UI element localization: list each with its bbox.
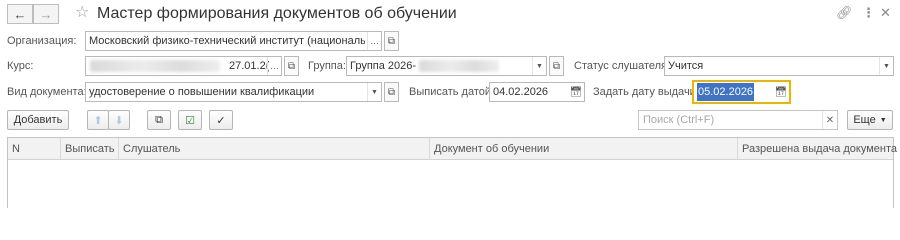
doc-type-value: удостоверение о повышении квалификации (89, 86, 315, 98)
dots-icon[interactable]: … (367, 32, 381, 50)
arrow-left-icon: ← (13, 6, 27, 22)
column-header-permission[interactable]: Разрешена выдача документа (737, 138, 897, 160)
doc-type-field[interactable]: удостоверение о повышении квалификации ▼ (85, 82, 382, 102)
star-icon[interactable]: ☆ (75, 3, 89, 23)
group-field[interactable]: Группа 2026- ▼ (346, 56, 547, 76)
add-button-label: Добавить (13, 114, 63, 126)
chevron-down-icon[interactable]: ▼ (879, 57, 893, 75)
redacted-text (90, 60, 220, 72)
add-button[interactable]: Добавить (7, 110, 69, 130)
doc-type-open-button[interactable]: ⧉ (384, 82, 399, 102)
group-open-button[interactable]: ⧉ (549, 56, 564, 76)
more-button[interactable]: Еще ▼ (847, 110, 893, 130)
open-icon: ⧉ (287, 60, 296, 72)
move-up-button[interactable]: ⬆︎ (87, 110, 109, 130)
group-value: Группа 2026- (350, 60, 417, 72)
organization-value: Московский физико-технический институт (… (89, 35, 365, 47)
arrow-down-icon: ⬇︎ (114, 114, 124, 127)
course-field[interactable]: 27.01.2( … (85, 56, 282, 76)
table-header: N Выписать Слушатель Документ об обучени… (8, 138, 897, 160)
organization-field[interactable]: Московский физико-технический институт (… (85, 31, 382, 51)
course-open-button[interactable]: ⧉ (284, 56, 299, 76)
issue-date-value: 04.02.2026 (493, 86, 549, 98)
documents-table[interactable]: N Выписать Слушатель Документ об обучени… (7, 137, 897, 208)
issue-date-label: Выписать датой: (409, 86, 495, 98)
more-vertical-icon[interactable]: ⋮ (862, 5, 875, 21)
column-header-document[interactable]: Документ об обучении (429, 138, 737, 160)
more-button-label: Еще (853, 114, 876, 126)
listener-status-field[interactable]: Учится ▼ (664, 56, 894, 76)
chevron-down-icon[interactable]: ▼ (367, 83, 381, 101)
copy-icon: ⧉ (155, 113, 163, 126)
check-button[interactable]: ✓ (209, 110, 233, 130)
checkbox-check-icon: ✓ (216, 114, 226, 127)
arrow-right-icon: → (39, 6, 53, 22)
issue-date-field[interactable]: 04.02.2026 📅︎ (489, 82, 585, 102)
copy-button[interactable]: ⧉ (147, 110, 171, 130)
search-input[interactable]: Поиск (Ctrl+F) ✕ (638, 110, 838, 130)
forward-button[interactable]: → (33, 4, 59, 24)
link-icon[interactable]: 🔗︎ (836, 5, 853, 21)
check-all-icon: ☑ (185, 114, 195, 127)
open-icon: ⧉ (387, 86, 396, 98)
close-icon[interactable]: ✕ (880, 5, 891, 21)
issue-given-date-label: Задать дату выдачи: (593, 86, 699, 98)
check-all-button[interactable]: ☑ (178, 110, 202, 130)
course-label: Курс: (7, 60, 34, 72)
move-down-button[interactable]: ⬇︎ (108, 110, 130, 130)
search-placeholder: Поиск (Ctrl+F) (643, 114, 715, 126)
back-button[interactable]: ← (7, 4, 33, 24)
calendar-icon[interactable]: 📅︎ (570, 85, 583, 99)
course-value: 27.01.2( (229, 60, 270, 72)
organization-open-button[interactable]: ⧉ (384, 31, 399, 51)
column-header-n[interactable]: N (8, 138, 60, 160)
clear-icon[interactable]: ✕ (822, 111, 837, 129)
page-title: Мастер формирования документов об обучен… (97, 5, 457, 22)
column-header-issue[interactable]: Выписать (60, 138, 118, 160)
chevron-down-icon[interactable]: ▼ (532, 57, 546, 75)
group-label: Группа: (308, 60, 346, 72)
doc-type-label: Вид документа: (7, 86, 87, 98)
chevron-down-icon: ▼ (879, 116, 887, 124)
listener-status-value: Учится (668, 60, 704, 72)
issue-given-date-value: 05.02.2026 (697, 83, 755, 101)
open-icon: ⧉ (552, 60, 561, 72)
redacted-text (419, 60, 499, 72)
arrow-up-icon: ⬆︎ (93, 114, 103, 127)
column-header-listener[interactable]: Слушатель (118, 138, 429, 160)
listener-status-label: Статус слушателя: (574, 60, 671, 72)
organization-label: Организация: (7, 35, 77, 47)
dots-icon[interactable]: … (267, 57, 281, 75)
calendar-icon[interactable]: 📅︎ (775, 85, 788, 99)
open-icon: ⧉ (387, 35, 396, 47)
issue-given-date-field[interactable]: 05.02.2026 📅︎ (692, 80, 791, 104)
